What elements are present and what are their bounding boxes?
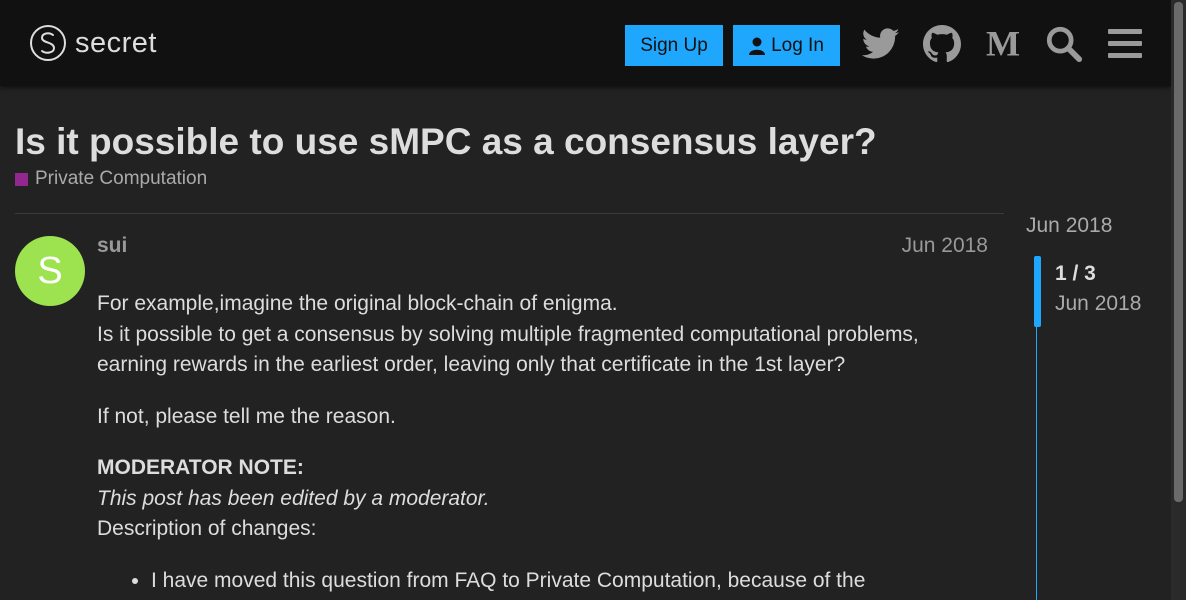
log-in-label: Log In	[771, 34, 824, 56]
user-icon	[749, 37, 766, 55]
moderator-note: MODERATOR NOTE: This post has been edite…	[97, 453, 977, 545]
moderator-note-description: Description of changes:	[97, 517, 317, 540]
post-date[interactable]: Jun 2018	[860, 234, 988, 258]
category-name: Private Computation	[35, 168, 208, 189]
topic-divider	[15, 213, 1004, 214]
timeline-post-counter: 1 / 3	[1055, 262, 1096, 285]
site-header: secret Sign Up Log In M	[0, 0, 1171, 86]
hamburger-menu-icon[interactable]	[1106, 25, 1144, 63]
topic-title[interactable]: Is it possible to use sMPC as a consensu…	[15, 120, 877, 164]
post-line-1: For example,imagine the original block-c…	[97, 292, 618, 315]
svg-text:M: M	[986, 27, 1020, 61]
category-color-swatch	[15, 172, 28, 186]
post-body: For example,imagine the original block-c…	[97, 289, 977, 596]
changes-list: I have moved this question from FAQ to P…	[97, 566, 977, 597]
timeline-current-date: Jun 2018	[1055, 292, 1142, 315]
category-badge[interactable]: Private Computation	[15, 168, 207, 190]
sign-up-button[interactable]: Sign Up	[625, 25, 723, 66]
logo-text: secret	[75, 26, 157, 59]
avatar[interactable]: S	[15, 236, 85, 306]
secret-logo-icon	[30, 25, 66, 61]
page-scrollbar[interactable]	[1171, 0, 1186, 600]
medium-icon[interactable]: M	[984, 25, 1022, 63]
post-paragraph-2: If not, please tell me the reason.	[97, 404, 396, 428]
sign-up-label: Sign Up	[640, 34, 708, 56]
post-line-2: Is it possible to get a consensus by sol…	[97, 322, 919, 377]
search-icon[interactable]	[1045, 25, 1083, 63]
moderator-note-italic: This post has been edited by a moderator…	[97, 486, 490, 510]
timeline-start-date[interactable]: Jun 2018	[1026, 214, 1112, 238]
avatar-letter: S	[37, 249, 63, 292]
post-paragraph-1: For example,imagine the original block-c…	[97, 289, 977, 381]
github-icon[interactable]	[923, 25, 961, 63]
twitter-icon[interactable]	[862, 25, 900, 63]
site-logo[interactable]: secret	[29, 24, 157, 62]
list-item: I have moved this question from FAQ to P…	[151, 566, 977, 597]
scrollbar-thumb[interactable]	[1174, 2, 1183, 502]
log-in-button[interactable]: Log In	[733, 25, 840, 66]
post-username[interactable]: sui	[97, 234, 127, 258]
timeline-scroll-handle[interactable]	[1034, 256, 1041, 327]
moderator-note-heading: MODERATOR NOTE:	[97, 456, 304, 479]
